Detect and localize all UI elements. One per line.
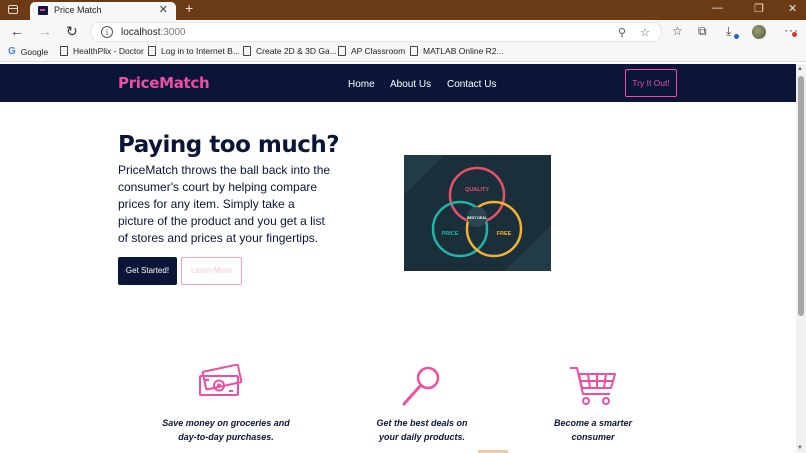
url-text: localhost:3000 xyxy=(121,27,186,38)
magnifier-icon xyxy=(402,366,440,406)
hero-description: PriceMatch throws the ball back into the… xyxy=(118,163,331,245)
tab-title: Price Match xyxy=(54,5,102,15)
url-port: :3000 xyxy=(160,27,186,38)
google-icon: G xyxy=(8,46,16,57)
venn-diagram-image: QUALITY PRICE FREE BEST DEAL xyxy=(404,155,551,271)
money-icon xyxy=(199,364,243,396)
page-icon xyxy=(338,46,346,56)
bookmark-matlab[interactable]: MATLAB Online R2... xyxy=(410,46,504,56)
tab-close-icon[interactable]: ✕ xyxy=(159,3,168,16)
feature-line: day-to-day purchases. xyxy=(178,432,274,442)
try-it-out-button[interactable]: Try It Out! xyxy=(625,69,677,97)
browser-toolbar: ← → ↻ i localhost:3000 ⚲ ☆ ☆ ⧉ ⤓ ··· xyxy=(0,20,806,44)
feature-line: consumer xyxy=(571,432,615,442)
bookmark-label: MATLAB Online R2... xyxy=(423,46,504,56)
browser-titlebar: Price Match ✕ + — ❐ ✕ xyxy=(0,0,806,20)
scroll-down-icon[interactable]: ▼ xyxy=(797,445,803,451)
bookmark-label: Log in to Internet B... xyxy=(161,46,240,56)
url-host: localhost xyxy=(121,27,161,38)
feature-save-money: Save money on groceries and day-to-day p… xyxy=(156,416,296,444)
bookmark-label: AP Classroom xyxy=(351,46,406,56)
feature-best-deals: Get the best deals on your daily product… xyxy=(352,416,492,444)
site-info-icon[interactable]: i xyxy=(101,26,113,38)
bookmark-google[interactable]: G Google xyxy=(8,46,48,57)
minimize-icon[interactable]: — xyxy=(712,2,723,14)
venn-free-label: FREE xyxy=(497,231,512,237)
page-icon xyxy=(410,46,418,56)
scroll-thumb[interactable] xyxy=(798,76,804,316)
venn-center-label: BEST DEAL xyxy=(467,216,488,220)
feature-line: your daily products. xyxy=(378,432,465,442)
downloads-icon[interactable]: ⤓ xyxy=(726,24,731,39)
notification-badge xyxy=(792,32,797,37)
address-bar[interactable]: i localhost:3000 ⚲ ☆ xyxy=(90,22,662,42)
download-badge xyxy=(734,34,739,39)
site-navbar: PriceMatch Home About Us Contact Us Try … xyxy=(0,64,796,102)
bookmark-create-games[interactable]: Create 2D & 3D Ga... xyxy=(243,46,337,56)
bookmark-internet-banking[interactable]: Log in to Internet B... xyxy=(148,46,240,56)
page-icon xyxy=(243,46,251,56)
tab-favicon-icon xyxy=(38,6,48,15)
maximize-icon[interactable]: ❐ xyxy=(754,2,764,15)
bookmark-healthplix[interactable]: HealthPlix - Doctor xyxy=(60,46,144,56)
page-icon xyxy=(60,46,68,56)
page-viewport: PriceMatch Home About Us Contact Us Try … xyxy=(0,64,796,453)
bookmark-label: Create 2D & 3D Ga... xyxy=(256,46,337,56)
bookmarks-bar: G Google HealthPlix - Doctor Log in to I… xyxy=(0,44,806,62)
feature-line: Become a smarter xyxy=(553,418,633,428)
feature-line: Get the best deals on xyxy=(376,418,468,428)
nav-home[interactable]: Home xyxy=(348,79,375,90)
scroll-up-icon[interactable]: ▲ xyxy=(797,66,803,72)
profile-avatar[interactable] xyxy=(752,25,766,39)
window-menu-icon[interactable] xyxy=(8,5,18,14)
new-tab-button[interactable]: + xyxy=(185,0,193,16)
refresh-icon[interactable]: ↻ xyxy=(66,23,78,40)
page-scrollbar[interactable]: ▲ ▼ xyxy=(796,64,806,453)
learn-more-button[interactable]: Learn More xyxy=(181,257,242,285)
bookmark-label: Google xyxy=(20,46,49,57)
feature-smarter-consumer: Become a smarter consumer xyxy=(523,416,663,444)
browser-tab[interactable]: Price Match ✕ xyxy=(30,2,176,20)
page-icon xyxy=(148,46,156,56)
collections-icon[interactable]: ⧉ xyxy=(698,24,707,39)
bookmark-ap-classroom[interactable]: AP Classroom xyxy=(338,46,405,56)
zoom-icon[interactable]: ⚲ xyxy=(618,26,626,39)
venn-quality-label: QUALITY xyxy=(465,187,489,193)
close-window-icon[interactable]: ✕ xyxy=(788,2,797,15)
favorites-icon[interactable]: ☆ xyxy=(672,24,683,38)
venn-price-label: PRICE xyxy=(442,231,459,237)
nav-about-us[interactable]: About Us xyxy=(390,79,431,90)
bookmark-label: HealthPlix - Doctor xyxy=(73,46,144,56)
nav-contact-us[interactable]: Contact Us xyxy=(447,79,496,90)
back-arrow-icon[interactable]: ← xyxy=(10,23,24,39)
forward-arrow-icon[interactable]: → xyxy=(38,23,52,39)
get-started-button[interactable]: Get Started! xyxy=(118,257,177,285)
favorite-star-icon[interactable]: ☆ xyxy=(640,26,650,39)
brand-logo[interactable]: PriceMatch xyxy=(118,74,210,92)
feature-line: Save money on groceries and xyxy=(162,418,290,428)
cart-icon xyxy=(570,367,616,405)
hero-title: Paying too much? xyxy=(118,132,340,158)
